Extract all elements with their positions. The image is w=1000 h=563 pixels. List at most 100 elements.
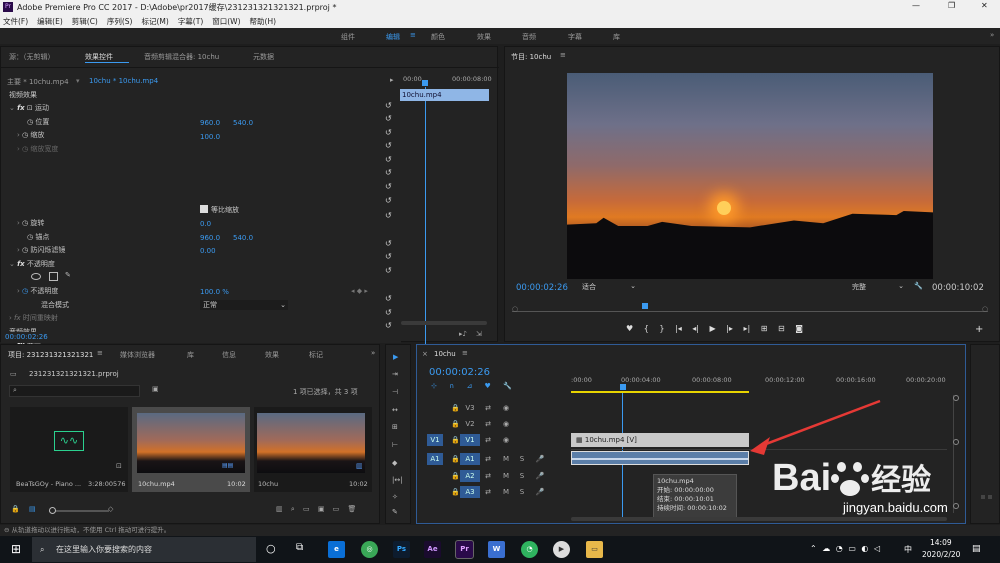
program-playhead[interactable] — [642, 303, 648, 309]
more-icon[interactable]: » — [990, 31, 994, 39]
project-bottom-icons[interactable]: ▥ ⌕ ▭ ▣ ▭ 🗑 — [276, 505, 356, 514]
solo-button[interactable]: S — [518, 470, 526, 482]
project-search-input[interactable]: ⌕ — [9, 385, 140, 397]
tab-audio-mixer[interactable]: 音频剪辑混合器: 10chu — [144, 52, 219, 62]
media-player-icon[interactable]: ▶ — [553, 541, 570, 558]
timeline-ruler[interactable]: :00:00 00:00:04:00 00:00:08:00 00:00:12:… — [571, 373, 951, 393]
fx-opacity-row[interactable]: ⌄ fx 不透明度 — [9, 258, 55, 270]
anchor-row[interactable]: ◷ 锚点 — [27, 231, 49, 243]
reset-icon[interactable]: ↺ — [385, 211, 394, 220]
task-view-icon[interactable]: ⧉ — [296, 542, 303, 553]
opacity-value[interactable]: 100.0 % — [200, 288, 229, 296]
camera-icon[interactable]: ◙ — [795, 324, 803, 333]
timeline-vertical-scrollbar[interactable] — [953, 395, 959, 513]
tab-libraries[interactable]: 库 — [187, 350, 194, 360]
project-item-clip[interactable]: ▤▤ 10chu.mp4 10:02 — [132, 407, 250, 492]
track-v1-label[interactable]: V1 — [460, 434, 480, 446]
rotation-row[interactable]: › ◷ 旋转 — [17, 217, 44, 229]
cortana-icon[interactable]: ○ — [266, 542, 276, 555]
go-to-out-icon[interactable]: ▸| — [744, 324, 751, 333]
panel-menu-icon[interactable]: ≡ — [462, 349, 468, 357]
mini-clip-bar[interactable]: 10chu.mp4 — [400, 89, 489, 101]
tab-media-browser[interactable]: 媒体浏览器 — [120, 350, 155, 360]
minimize-button[interactable]: — — [912, 1, 920, 10]
ws-color[interactable]: 颜色 — [431, 32, 445, 42]
ripple-edit-tool-icon[interactable]: ⊣ — [392, 388, 398, 396]
blend-mode-select[interactable]: 正常 ⌄ — [200, 300, 288, 310]
menu-sequence[interactable]: 序列(S) — [107, 17, 133, 26]
antiflicker-row[interactable]: › ◷ 防闪烁滤镜 — [17, 244, 65, 256]
extract-icon[interactable]: ⊟ — [778, 324, 785, 333]
clock-date[interactable]: 2020/2/20 — [922, 550, 960, 559]
lock-icon[interactable]: 🔒 — [451, 402, 460, 414]
premiere-taskbar-icon[interactable]: Pr — [455, 540, 474, 559]
ellipse-mask-icon[interactable] — [31, 273, 41, 280]
reset-icon[interactable]: ↺ — [385, 114, 394, 123]
list-view-icon[interactable]: ▤ — [29, 505, 36, 513]
position-row[interactable]: ◷ 位置 — [27, 116, 49, 128]
word-icon[interactable]: W — [488, 541, 505, 558]
track-a2-label[interactable]: A2 — [460, 470, 480, 482]
sync-lock-icon[interactable]: ⇄ — [483, 402, 493, 414]
export-icon[interactable]: ⇲ — [476, 330, 482, 338]
ws-audio[interactable]: 音频 — [522, 32, 536, 42]
menu-edit[interactable]: 编辑(E) — [37, 17, 63, 26]
menu-help[interactable]: 帮助(H) — [250, 17, 277, 26]
track-a3-label[interactable]: A3 — [460, 486, 480, 498]
sync-lock-icon[interactable]: ⇄ — [483, 453, 493, 465]
eye-icon[interactable]: ◉ — [501, 418, 511, 430]
keyframe-nav-icon[interactable]: ◂ ◆ ▸ — [351, 287, 368, 295]
ec-timecode[interactable]: 00:00:02:26 — [5, 333, 48, 341]
project-item-audio[interactable]: ∿∿ ⊡ BeaTsGOy - Piano ... 3:28:00576 — [10, 407, 128, 492]
timeline-horizontal-scrollbar[interactable] — [571, 517, 947, 521]
sync-lock-icon[interactable]: ⇄ — [483, 470, 493, 482]
close-button[interactable]: ✕ — [981, 1, 988, 10]
reset-icon[interactable]: ↺ — [385, 155, 394, 164]
wechat-icon[interactable]: ◔ — [521, 541, 538, 558]
fx-motion-row[interactable]: ⌄ fx ⊡ 运动 — [9, 102, 49, 114]
stopwatch-icon[interactable]: ◷ — [22, 131, 28, 139]
time-remap-row[interactable]: › fx 时间重映射 — [9, 312, 58, 324]
browser-icon[interactable]: ◎ — [361, 541, 378, 558]
ws-effects[interactable]: 效果 — [477, 32, 491, 42]
play-mini-icon[interactable]: ▸ — [390, 76, 394, 84]
reset-icon[interactable]: ↺ — [385, 266, 394, 275]
step-forward-icon[interactable]: |▸ — [726, 324, 733, 333]
menu-marker[interactable]: 标记(M) — [141, 17, 168, 26]
track-v3-label[interactable]: V3 — [460, 402, 480, 414]
solo-button[interactable]: S — [518, 486, 526, 498]
taskbar-search-box[interactable]: ⌕ 在这里输入你要搜索的内容 — [32, 537, 256, 562]
ime-indicator[interactable]: 中 — [904, 544, 912, 555]
after-effects-icon[interactable]: Ae — [424, 541, 441, 558]
close-tab-icon[interactable]: × — [422, 350, 428, 358]
mic-icon[interactable]: 🎤 — [535, 486, 545, 498]
menu-window[interactable]: 窗口(W) — [212, 17, 240, 26]
fit-select[interactable]: 适合 ⌄ — [582, 282, 636, 292]
timeline-tool-icons[interactable]: ⊹ ∩ ⊿ ♥ 🔧 — [431, 382, 512, 390]
program-title[interactable]: 节目: 10chu — [511, 52, 551, 62]
stopwatch-icon[interactable]: ◷ — [22, 219, 28, 227]
scale-row[interactable]: › ◷ 缩放 — [17, 129, 44, 141]
mute-button[interactable]: M — [502, 453, 510, 465]
maximize-button[interactable]: ❐ — [948, 1, 955, 10]
scale-value[interactable]: 100.0 — [200, 133, 220, 141]
ec-zoom-scrollbar[interactable] — [401, 321, 487, 325]
reset-icon[interactable]: ↺ — [385, 196, 394, 205]
tab-source[interactable]: 源：（无剪辑） — [9, 52, 55, 62]
selection-tool-icon[interactable]: ▶ — [393, 353, 398, 361]
panel-menu-icon[interactable]: ≡ — [97, 349, 103, 357]
timeline-playhead[interactable] — [620, 384, 626, 390]
reset-icon[interactable]: ↺ — [385, 252, 394, 261]
rolling-edit-tool-icon[interactable]: ⊞ — [392, 423, 398, 431]
clip-seq-label[interactable]: 10chu * 10chu.mp4 — [89, 77, 158, 85]
audio-clip[interactable] — [571, 451, 749, 465]
timeline-timecode[interactable]: 00:00:02:26 — [429, 367, 490, 378]
program-timecode[interactable]: 00:00:02:26 — [516, 283, 568, 293]
reset-icon[interactable]: ↺ — [385, 182, 394, 191]
track-a1-label[interactable]: A1 — [460, 453, 480, 465]
tab-metadata[interactable]: 元数据 — [253, 52, 274, 62]
program-video-frame[interactable] — [567, 73, 933, 279]
sync-lock-icon[interactable]: ⇄ — [483, 486, 493, 498]
lock-icon[interactable]: 🔒 — [451, 434, 460, 446]
stopwatch-icon[interactable]: ◷ — [27, 118, 33, 126]
